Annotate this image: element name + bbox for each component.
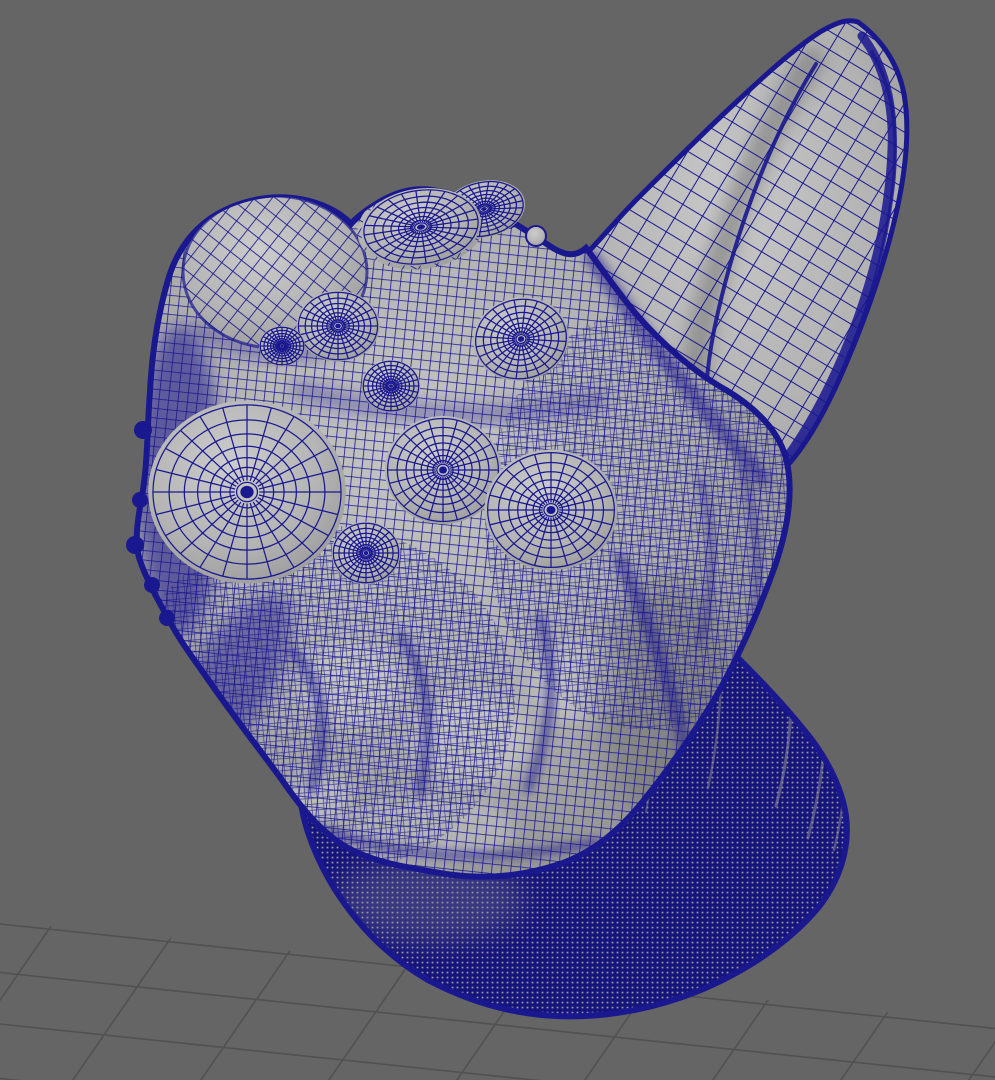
3d-viewport[interactable] <box>0 0 995 1080</box>
silhouette-bump <box>134 421 152 439</box>
eye-bump-pole-large-left <box>148 400 346 583</box>
eye-bump-pole <box>296 291 379 362</box>
eye-bump-pole <box>484 450 617 571</box>
eye-bump-pole <box>259 326 305 366</box>
eye-bump-pole <box>362 360 420 412</box>
eye-bump-pole <box>332 522 401 584</box>
scene-canvas <box>0 0 995 1080</box>
top-knob <box>525 225 547 247</box>
eye-bump-pole <box>385 416 501 524</box>
